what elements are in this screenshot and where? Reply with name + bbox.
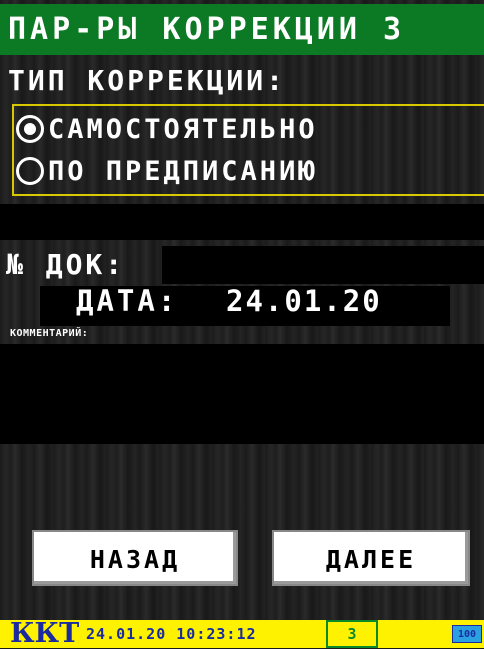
next-button[interactable]: ДАЛЕЕ	[272, 530, 470, 586]
comment-label: КОММЕНТАРИЙ:	[10, 328, 89, 339]
status-datetime: 24.01.20 10:23:12	[86, 625, 257, 643]
radio-option-self[interactable]: САМОСТОЯТЕЛЬНО	[16, 108, 318, 150]
date-label: ДАТА:	[76, 284, 179, 318]
doc-number-input[interactable]	[162, 246, 484, 284]
radio-option-prescription-label: ПО ПРЕДПИСАНИЮ	[48, 155, 318, 187]
radio-option-prescription[interactable]: ПО ПРЕДПИСАНИЮ	[16, 150, 318, 192]
screen: ПАР-РЫ КОРРЕКЦИИ 3 ТИП КОРРЕКЦИИ: САМОСТ…	[0, 0, 484, 649]
page-title: ПАР-РЫ КОРРЕКЦИИ 3	[0, 4, 484, 55]
back-button[interactable]: НАЗАД	[32, 530, 238, 586]
radio-option-self-label: САМОСТОЯТЕЛЬНО	[48, 113, 318, 145]
status-counter: 3	[326, 620, 378, 648]
device-label: ККТ	[10, 618, 80, 649]
comment-input[interactable]	[0, 344, 484, 444]
doc-number-label: № ДОК:	[6, 248, 126, 281]
date-value[interactable]: 24.01.20	[226, 284, 382, 318]
status-bar: ККТ 24.01.20 10:23:12 3 100	[0, 618, 484, 649]
blank-band	[0, 204, 484, 240]
correction-type-label: ТИП КОРРЕКЦИИ:	[8, 64, 287, 97]
battery-icon: 100	[452, 625, 482, 643]
correction-type-group: САМОСТОЯТЕЛЬНО ПО ПРЕДПИСАНИЮ	[12, 104, 484, 196]
radio-unchecked-icon[interactable]	[16, 157, 44, 185]
radio-checked-icon[interactable]	[16, 115, 44, 143]
